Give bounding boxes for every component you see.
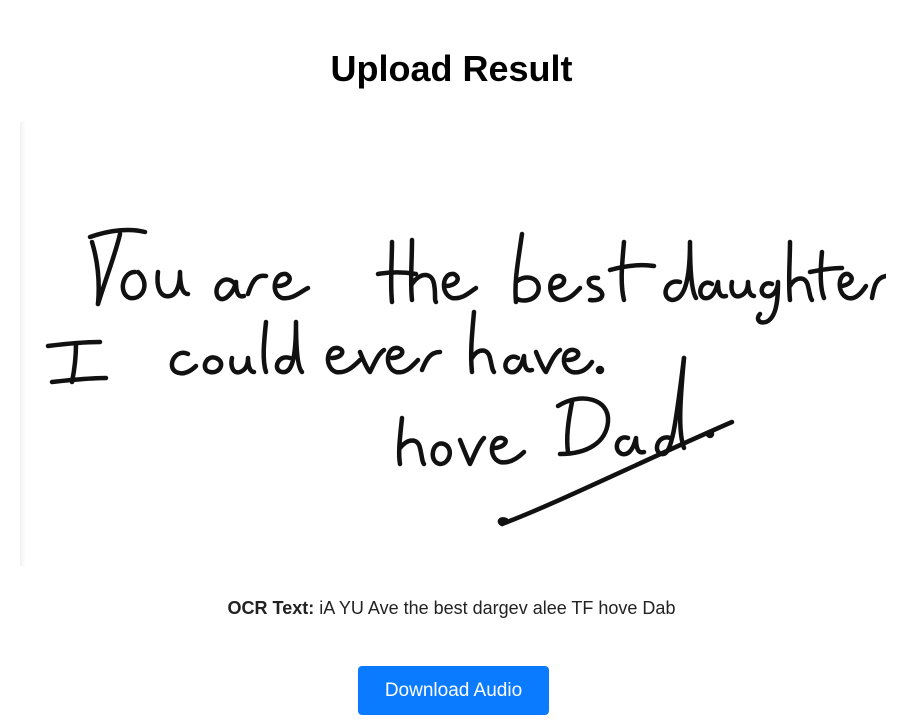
ocr-label: OCR Text: — [227, 598, 315, 618]
download-audio-button[interactable]: Download Audio — [358, 666, 549, 715]
ocr-value: iA YU Ave the best dargev alee TF hove D… — [319, 598, 676, 618]
upload-result-page: Upload Result OCR Text: iA YU Ave the be… — [0, 0, 903, 727]
ocr-result: OCR Text: iA YU Ave the best dargev alee… — [0, 596, 903, 620]
page-title: Upload Result — [330, 48, 573, 89]
uploaded-handwriting-image — [20, 122, 886, 566]
handwriting-drawing — [45, 227, 886, 527]
